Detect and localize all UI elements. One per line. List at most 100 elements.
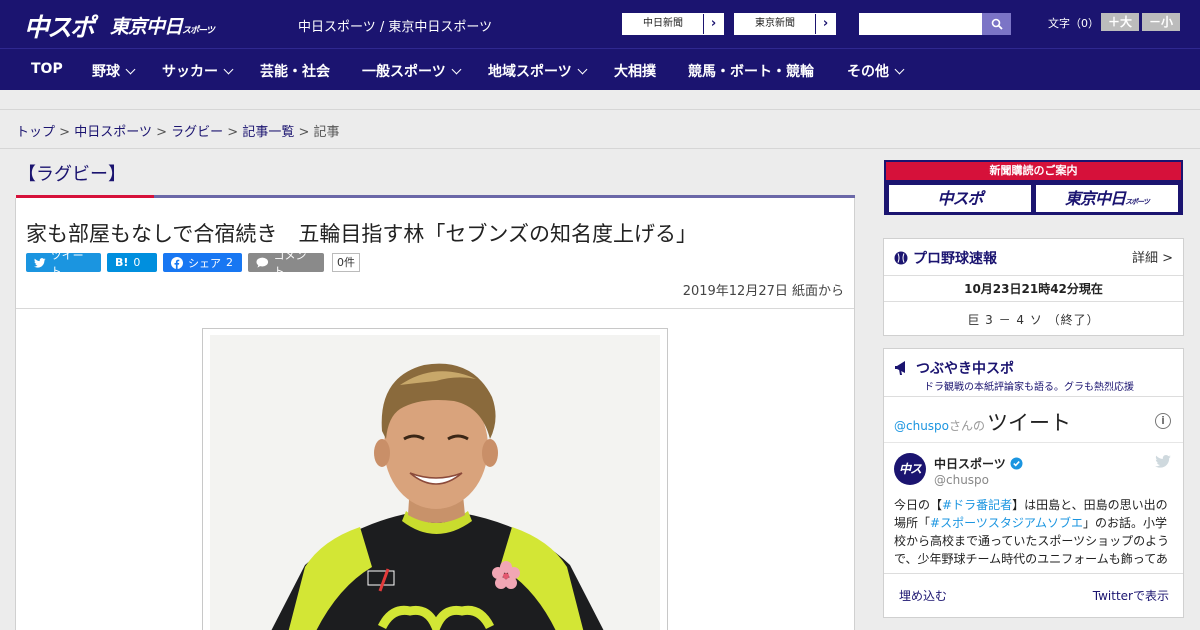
facebook-share-label: シェア: [188, 256, 221, 270]
facebook-share-count: 2: [226, 256, 233, 269]
font-larger-button[interactable]: ＋大: [1101, 13, 1139, 31]
tokyo-shimbun-label: 東京新聞: [755, 18, 795, 29]
comment-bubble-icon: [256, 257, 269, 268]
divider: [884, 442, 1183, 443]
breadcrumb-link-rugby[interactable]: ラグビー: [171, 125, 223, 140]
tokyo-shimbun-link[interactable]: 東京新聞 ›: [734, 13, 836, 35]
nav-label: 野球: [92, 64, 120, 80]
hashtag-link[interactable]: #スポーツスタジアムソブエ: [930, 516, 1083, 530]
nav-label: 地域スポーツ: [488, 64, 572, 80]
tweet-label: ツイート: [50, 248, 84, 278]
chevron-down-icon: [894, 64, 905, 75]
tweet-button[interactable]: ツイート: [26, 249, 101, 278]
nav-label: 一般スポーツ: [362, 64, 446, 80]
comment-label: コメント: [273, 248, 307, 278]
search-input[interactable]: [859, 13, 982, 35]
nav-label: TOP: [31, 61, 63, 77]
chuspo-logo[interactable]: 中スポ: [24, 8, 95, 44]
subscription-banner[interactable]: 新聞購読のご案内 中スポ 東京中日スポーツ: [884, 160, 1183, 215]
embed-link[interactable]: 埋め込む: [899, 587, 947, 604]
chevron-down-icon: [223, 64, 234, 75]
breadcrumb-separator: >: [156, 125, 167, 140]
tweets-handle-link[interactable]: @chuspo: [894, 419, 949, 433]
article-photo: [202, 328, 668, 630]
divider: [884, 573, 1183, 574]
chevron-down-icon: [577, 64, 588, 75]
article-divider: [16, 308, 854, 309]
breadcrumb: トップ > 中日スポーツ > ラグビー > 記事一覧 > 記事: [0, 111, 1200, 149]
spacer-band: [0, 90, 1200, 110]
hatena-label: B!: [115, 256, 129, 269]
baseball-update-time: 10月23日21時42分現在: [964, 282, 1103, 296]
twitter-widget-subtitle: ドラ観戦の本紙評論家も語る。グラも熱烈応援: [924, 382, 1134, 393]
chevron-right-icon: ›: [815, 14, 835, 34]
baseball-score[interactable]: 巨 3 － 4 ソ （終了）: [884, 311, 1183, 328]
view-on-twitter-link[interactable]: Twitterで表示: [1093, 587, 1169, 604]
breadcrumb-separator: >: [298, 125, 310, 140]
subscription-title: 新聞購読のご案内: [886, 162, 1181, 180]
megaphone-icon: [895, 361, 905, 375]
pro-baseball-widget: プロ野球速報 詳細 > 10月23日21時42分現在 巨 3 － 4 ソ （終了…: [883, 238, 1184, 336]
breadcrumb-link-top[interactable]: トップ: [16, 125, 55, 140]
breadcrumb-link-chunichi-sports[interactable]: 中日スポーツ: [74, 125, 152, 140]
article-photo-image: [210, 335, 660, 630]
article-dateline: 2019年12月27日 紙面から: [682, 284, 844, 299]
tokyo-logo-text: 東京中日: [110, 16, 183, 38]
tweet-account-name-text: 中日スポーツ: [934, 457, 1006, 471]
font-smaller-button[interactable]: －小: [1142, 13, 1180, 31]
search-button[interactable]: [982, 13, 1011, 35]
nav-label: 芸能・社会: [260, 64, 330, 80]
nav-general-sports[interactable]: 一般スポーツ: [362, 61, 462, 81]
info-icon[interactable]: i: [1155, 413, 1171, 429]
nav-racing[interactable]: 競馬・ボート・競輪: [688, 61, 814, 81]
hashtag-link[interactable]: #ドラ番記者: [942, 498, 1012, 512]
twitter-bird-icon[interactable]: [1155, 455, 1171, 468]
chevron-down-icon: [451, 64, 462, 75]
nav-label: 競馬・ボート・競輪: [688, 64, 814, 80]
tokyo-logo-small: スポーツ: [182, 26, 215, 36]
nav-label: 大相撲: [614, 64, 656, 80]
site-header: 中スポ 東京中日スポーツ 中日スポーツ / 東京中日スポーツ 中日新聞 › 東京…: [0, 0, 1200, 48]
font-size-label: 文字（0）: [1048, 17, 1099, 30]
nav-label: サッカー: [162, 64, 218, 80]
twitter-bird-icon: [34, 257, 46, 268]
tweet-account-name[interactable]: 中日スポーツ: [934, 455, 1023, 472]
main-nav: TOP 野球 サッカー 芸能・社会 一般スポーツ 地域スポーツ 大相撲 競馬・ボ…: [0, 48, 1200, 90]
article-headline: 家も部屋もなしで合宿続き 五輪目指す林「セブンズの知名度上げる」: [26, 222, 697, 246]
nav-label: その他: [847, 64, 889, 80]
breadcrumb-link-article-list[interactable]: 記事一覧: [242, 125, 294, 140]
baseball-icon: [894, 251, 908, 265]
chunichi-shimbun-label: 中日新聞: [643, 18, 683, 29]
chevron-right-icon: ›: [703, 14, 723, 34]
subscribe-tokyo-button[interactable]: 東京中日スポーツ: [1035, 184, 1179, 213]
nav-soccer[interactable]: サッカー: [162, 61, 234, 81]
hatena-count: 0: [133, 256, 141, 269]
nav-top[interactable]: TOP: [31, 61, 63, 77]
chunichi-shimbun-link[interactable]: 中日新聞 ›: [622, 13, 724, 35]
search-icon: [991, 18, 1003, 30]
baseball-detail-link[interactable]: 詳細 >: [1132, 247, 1173, 266]
divider: [884, 301, 1183, 302]
player-photo: [210, 335, 660, 630]
avatar[interactable]: 中スポ: [894, 453, 926, 508]
twitter-widget: つぶやき中スポ ドラ観戦の本紙評論家も語る。グラも熱烈応援 @chuspoさんの…: [883, 348, 1184, 618]
breadcrumb-separator: >: [227, 125, 239, 140]
tweets-heading: @chuspoさんのツイート: [894, 407, 1071, 437]
share-buttons: ツイート B! 0 シェア 2 コメント 0件: [26, 249, 360, 278]
tweet-account-handle[interactable]: @chuspo: [934, 473, 989, 487]
hatena-bookmark-button[interactable]: B! 0: [107, 253, 157, 272]
facebook-share-button[interactable]: シェア 2: [163, 253, 242, 272]
divider: [884, 396, 1183, 397]
comment-count: 0件: [332, 253, 360, 272]
nav-other[interactable]: その他: [847, 61, 905, 81]
comment-button[interactable]: コメント: [248, 249, 324, 278]
subscribe-chuspo-button[interactable]: 中スポ: [888, 184, 1032, 213]
nav-baseball[interactable]: 野球: [92, 61, 136, 81]
nav-sumo[interactable]: 大相撲: [614, 61, 656, 81]
nav-local-sports[interactable]: 地域スポーツ: [488, 61, 588, 81]
pro-baseball-title: プロ野球速報: [894, 248, 997, 268]
tokyo-chunichi-logo[interactable]: 東京中日スポーツ: [110, 12, 215, 39]
nav-entertainment[interactable]: 芸能・社会: [260, 61, 330, 81]
verified-badge-icon: [1010, 457, 1023, 470]
chevron-down-icon: [125, 64, 136, 75]
